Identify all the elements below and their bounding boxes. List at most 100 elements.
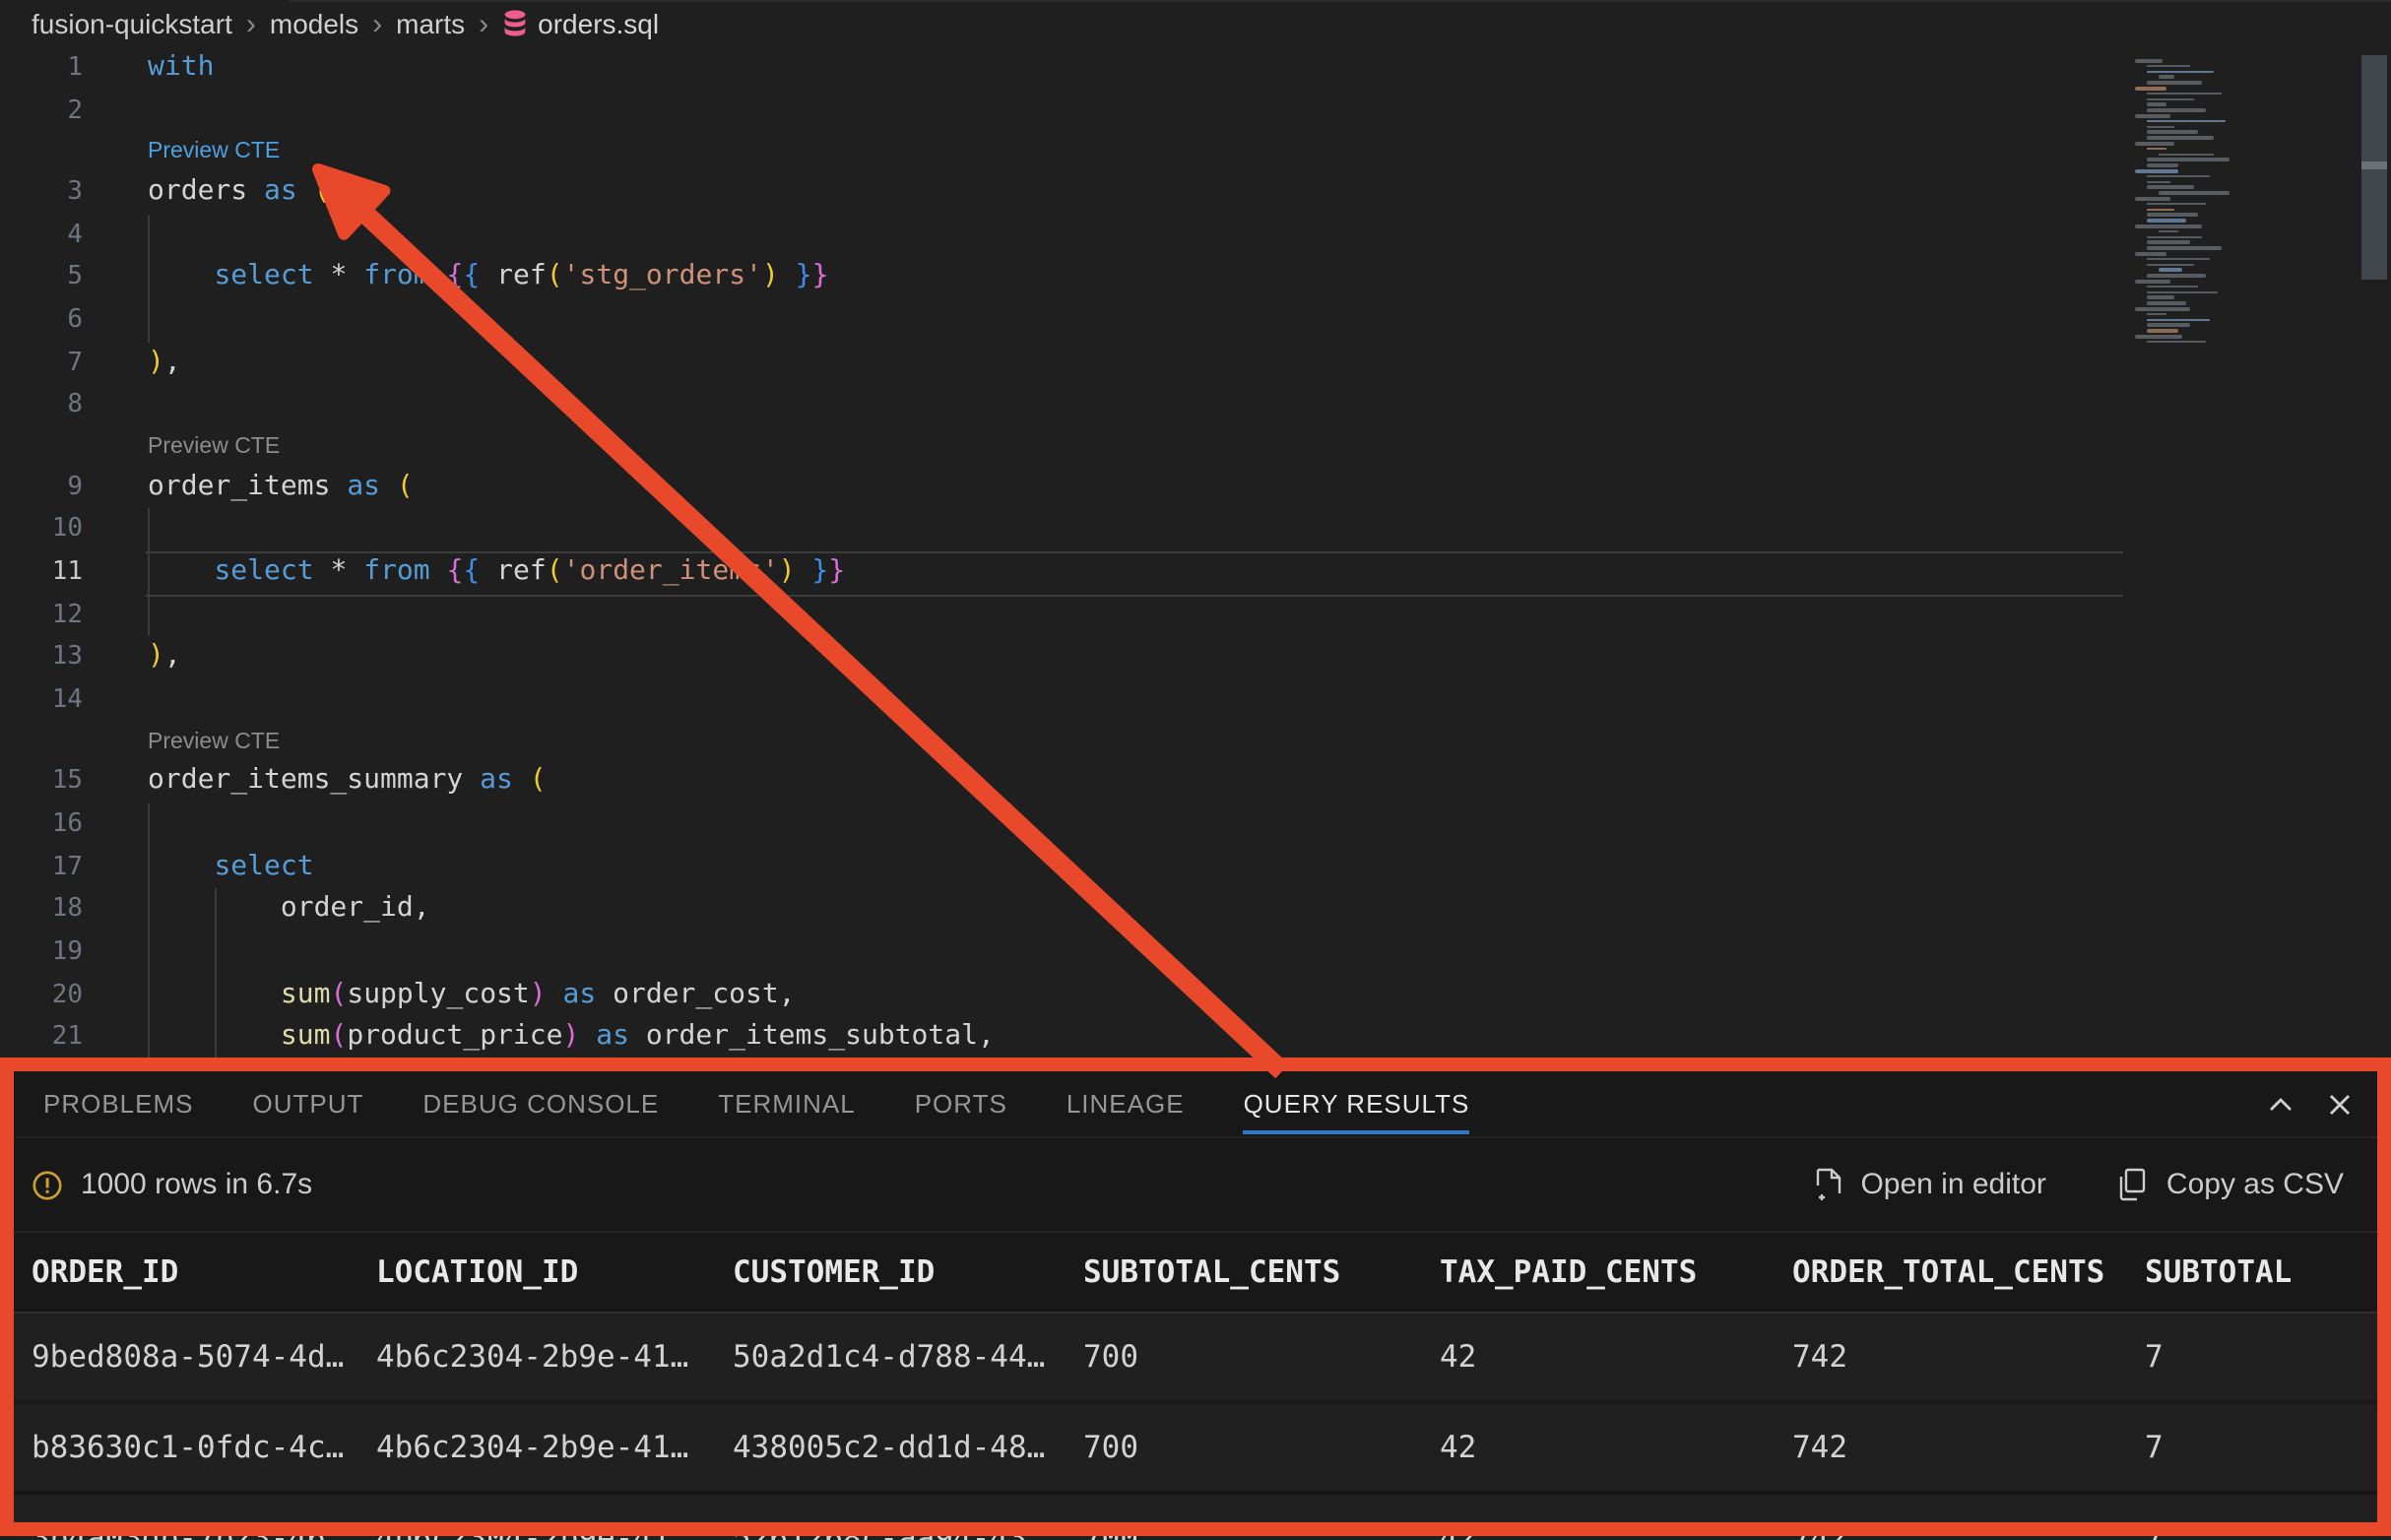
column-header[interactable]: SUBTOTAL_CENTS: [1083, 1254, 1440, 1290]
chevron-up-icon[interactable]: [2267, 1090, 2294, 1118]
code-line-content: Preview CTE: [148, 427, 280, 468]
line-number: 3: [0, 171, 83, 214]
code-line: 17 select: [0, 846, 2123, 888]
line-number: 6: [0, 299, 83, 342]
table-cell: 7: [2145, 1430, 2377, 1465]
line-number: 12: [0, 594, 83, 636]
line-number: 16: [0, 803, 83, 846]
code-line: 21 sum(product_price) as order_items_sub…: [0, 1017, 2123, 1059]
code-line: 13),: [0, 637, 2123, 679]
panel-tabbar: PROBLEMS OUTPUT DEBUG CONSOLE TERMINAL PORTS…: [14, 1071, 2377, 1138]
editor-top-border: [290, 0, 2391, 2]
code-line-content: orders as (: [148, 171, 331, 214]
code-line: 12: [0, 594, 2123, 636]
table-cell: 742: [1792, 1520, 2145, 1540]
table-cell: 9bed808a-5074-4d…: [32, 1339, 376, 1375]
preview-cte-link[interactable]: Preview CTE: [148, 141, 280, 164]
table-cell: 50a2d1c4-d788-44…: [733, 1339, 1083, 1375]
breadcrumb-separator-icon: ›: [479, 8, 488, 41]
code-line: 8: [0, 385, 2123, 427]
table-row[interactable]: b83630c1-0fdc-4c…4b6c2304-2b9e-41…438005…: [14, 1404, 2377, 1495]
table-body: 9bed808a-5074-4d…4b6c2304-2b9e-41…50a2d1…: [14, 1314, 2377, 1540]
code-line: 7),: [0, 342, 2123, 384]
line-number: 8: [0, 385, 83, 427]
code-line-content: select * from {{ ref('stg_orders') }}: [148, 257, 828, 299]
code-line: 16: [0, 803, 2123, 846]
panel-tabs: PROBLEMS OUTPUT DEBUG CONSOLE TERMINAL PORTS…: [14, 1073, 1469, 1134]
breadcrumb-item[interactable]: fusion-quickstart: [32, 8, 232, 39]
table-cell: 742: [1792, 1339, 2145, 1375]
code-line-content: select: [148, 846, 314, 888]
close-icon[interactable]: [2326, 1090, 2354, 1118]
line-number: 10: [0, 508, 83, 550]
tab-terminal[interactable]: TERMINAL: [718, 1073, 855, 1134]
file-plus-icon: [1813, 1168, 1842, 1201]
line-number: 4: [0, 214, 83, 256]
line-number: 17: [0, 846, 83, 888]
query-status: 1000 rows in 6.7s: [81, 1168, 312, 1201]
database-icon: [502, 10, 528, 37]
code-lens-row: Preview CTE: [0, 133, 2123, 171]
line-number: 5: [0, 257, 83, 299]
line-number: 19: [0, 931, 83, 974]
current-line-highlight: [146, 551, 2123, 596]
column-header[interactable]: TAX_PAID_CENTS: [1440, 1254, 1792, 1290]
line-number: 18: [0, 888, 83, 930]
query-status-row: 1000 rows in 6.7s Open in editor: [14, 1138, 2377, 1233]
line-number: 13: [0, 637, 83, 679]
copy-as-csv-label: Copy as CSV: [2166, 1168, 2344, 1201]
tab-lineage[interactable]: LINEAGE: [1066, 1073, 1185, 1134]
code-line: 6: [0, 299, 2123, 342]
query-results-table: ORDER_IDLOCATION_IDCUSTOMER_IDSUBTOTAL_C…: [14, 1233, 2377, 1540]
code-line: 19: [0, 931, 2123, 974]
table-cell: 4b6c2304-2b9e-41…: [376, 1339, 733, 1375]
table-cell: 5261268c-aa94-43: [733, 1520, 1083, 1540]
table-row[interactable]: 9bed808a-5074-4d…4b6c2304-2b9e-41…50a2d1…: [14, 1314, 2377, 1404]
breadcrumb-separator-icon: ›: [372, 8, 382, 41]
line-number: 11: [0, 551, 83, 594]
open-in-editor-button[interactable]: Open in editor: [1813, 1168, 2045, 1201]
open-in-editor-label: Open in editor: [1860, 1168, 2045, 1201]
breadcrumb-items: fusion-quickstart›models›marts›: [32, 8, 502, 39]
table-cell: 42: [1440, 1430, 1792, 1465]
table-cell: 4b6c2304-2b9e-41: [376, 1520, 733, 1540]
breadcrumb-item[interactable]: marts: [396, 8, 465, 39]
bottom-panel: PROBLEMS OUTPUT DEBUG CONSOLE TERMINAL PORTS…: [14, 1071, 2377, 1540]
code-line: 4: [0, 214, 2123, 256]
table-cell: 42: [1440, 1339, 1792, 1375]
code-line-content: ),: [148, 342, 181, 384]
table-cell: 700: [1083, 1520, 1440, 1540]
code-line: 18 order_id,: [0, 888, 2123, 930]
breadcrumb: fusion-quickstart›models›marts› orders.s…: [32, 4, 659, 43]
breadcrumb-item[interactable]: models: [270, 8, 358, 39]
column-header[interactable]: SUBTOTAL: [2145, 1254, 2377, 1290]
line-number: 7: [0, 342, 83, 384]
code-line: 10: [0, 508, 2123, 550]
preview-cte-link[interactable]: Preview CTE: [148, 435, 280, 459]
code-line: 1with: [0, 47, 2123, 90]
code-line-content: order_items_summary as (: [148, 760, 547, 802]
tab-ports[interactable]: PORTS: [915, 1073, 1007, 1134]
code-line: 9order_items as (: [0, 466, 2123, 508]
line-number: 15: [0, 760, 83, 802]
table-cell: 4b6c2304-2b9e-41…: [376, 1430, 733, 1465]
column-header[interactable]: ORDER_ID: [32, 1254, 376, 1290]
column-header[interactable]: ORDER_TOTAL_CENTS: [1792, 1254, 2145, 1290]
preview-cte-link[interactable]: Preview CTE: [148, 730, 280, 753]
copy-as-csv-button[interactable]: Copy as CSV: [2117, 1168, 2344, 1201]
tab-debug-console[interactable]: DEBUG CONSOLE: [422, 1073, 659, 1134]
tab-query-results[interactable]: QUERY RESULTS: [1244, 1073, 1470, 1134]
code-line-content: with: [148, 47, 214, 90]
breadcrumb-file[interactable]: orders.sql: [502, 8, 659, 39]
code-line: 3 orders as (: [0, 171, 2123, 214]
column-header[interactable]: LOCATION_ID: [376, 1254, 733, 1290]
code-line: 2: [0, 90, 2123, 132]
column-header[interactable]: CUSTOMER_ID: [733, 1254, 1083, 1290]
minimap[interactable]: [2127, 51, 2354, 386]
table-row[interactable]: 3b4a03db-7b23-464b6c2304-2b9e-415261268c…: [14, 1495, 2377, 1540]
table-cell: 742: [1792, 1430, 2145, 1465]
tab-problems[interactable]: PROBLEMS: [43, 1073, 194, 1134]
code-line: 15 order_items_summary as (: [0, 760, 2123, 802]
line-number: 2: [0, 90, 83, 132]
tab-output[interactable]: OUTPUT: [253, 1073, 364, 1134]
